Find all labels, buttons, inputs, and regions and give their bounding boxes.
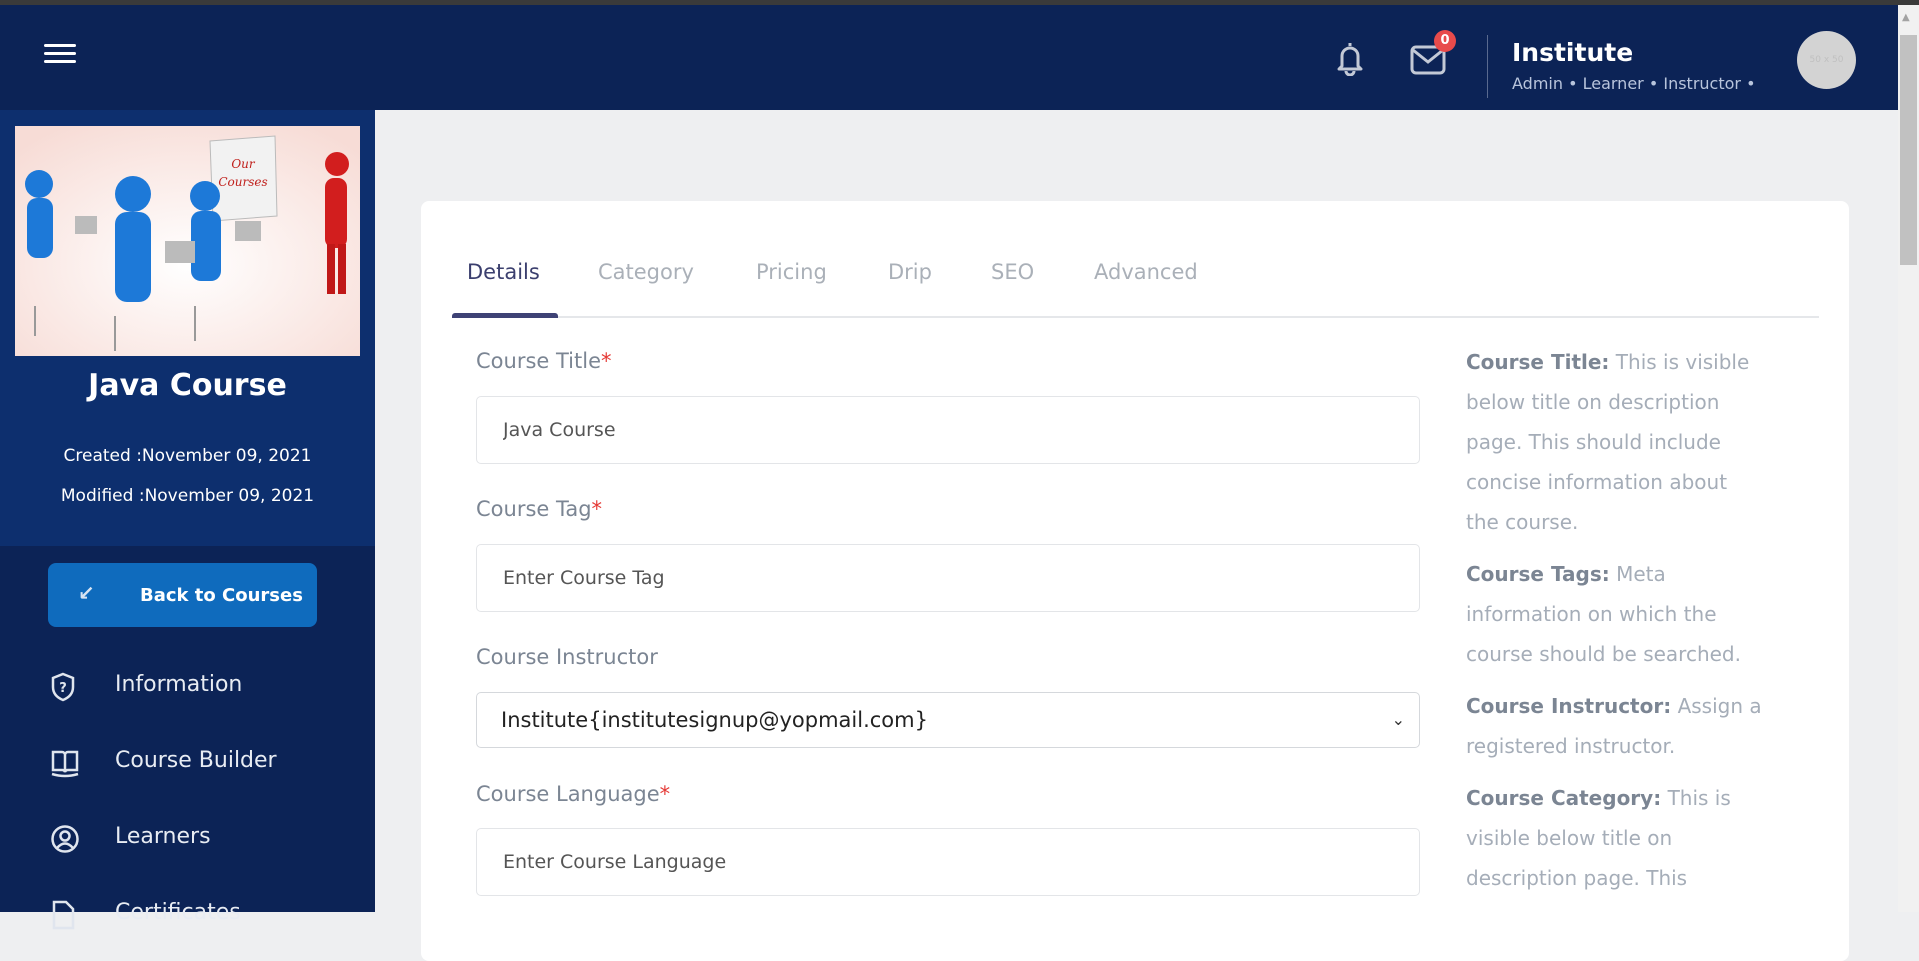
certificate-file-icon	[52, 900, 75, 930]
bell-icon[interactable]	[1335, 40, 1365, 76]
tab-pricing[interactable]: Pricing	[756, 260, 827, 284]
svg-text:?: ?	[59, 681, 67, 696]
back-to-courses-button[interactable]: ↙ Back to Courses	[48, 563, 317, 627]
book-open-icon	[51, 750, 79, 778]
svg-text:Courses: Courses	[218, 175, 267, 189]
sidebar-item-course-builder[interactable]: Course Builder	[48, 736, 368, 786]
course-language-input[interactable]	[476, 828, 1420, 896]
tab-divider	[452, 316, 1819, 318]
course-title: Java Course	[88, 368, 287, 403]
arrow-down-left-icon: ↙	[78, 581, 95, 605]
modified-date: Modified :November 09, 2021	[60, 486, 315, 506]
tab-drip[interactable]: Drip	[888, 260, 932, 284]
avatar[interactable]: 50 x 50	[1797, 31, 1856, 89]
course-tag-label: Course Tag*	[476, 497, 603, 521]
tab-advanced[interactable]: Advanced	[1094, 260, 1198, 284]
course-language-label: Course Language*	[476, 782, 671, 806]
message-count-badge: 0	[1434, 30, 1456, 52]
user-roles: Admin • Learner • Instructor •	[1512, 74, 1756, 93]
tab-seo[interactable]: SEO	[991, 260, 1034, 284]
course-instructor-select[interactable]: Institute{institutesignup@yopmail.com} ⌄	[476, 692, 1420, 748]
header-divider	[1487, 35, 1488, 98]
shield-question-icon: ?	[51, 672, 75, 702]
active-tab-indicator	[452, 313, 558, 318]
svg-text:Our: Our	[231, 157, 256, 171]
user-name[interactable]: Institute	[1512, 38, 1633, 67]
menu-icon[interactable]	[44, 44, 76, 68]
course-title-input[interactable]	[476, 396, 1420, 464]
course-instructor-label: Course Instructor	[476, 645, 658, 669]
help-course-instructor: Course Instructor: Assign a registered i…	[1466, 694, 1762, 758]
chevron-down-icon: ⌄	[1391, 710, 1405, 729]
help-panel: Course Title: This is visible below titl…	[1466, 342, 1766, 910]
help-course-title: Course Title: This is visible below titl…	[1466, 350, 1750, 534]
user-circle-icon	[51, 825, 79, 853]
course-image: Our Courses	[15, 126, 360, 356]
help-course-tags: Course Tags: Meta information on which t…	[1466, 562, 1741, 666]
sidebar-item-certificates[interactable]: Certificates	[48, 888, 368, 938]
created-date: Created :November 09, 2021	[63, 446, 312, 466]
help-course-category: Course Category: This is visible below t…	[1466, 786, 1731, 890]
sidebar-item-learners[interactable]: Learners	[48, 812, 368, 862]
scrollbar-thumb[interactable]	[1900, 35, 1917, 265]
course-tag-input[interactable]	[476, 544, 1420, 612]
tab-category[interactable]: Category	[598, 260, 694, 284]
course-title-label: Course Title*	[476, 349, 612, 373]
sidebar-item-information[interactable]: ? Information	[48, 660, 368, 710]
tab-details[interactable]: Details	[467, 260, 540, 284]
scroll-up-arrow-icon[interactable]: ▲	[1902, 12, 1910, 23]
